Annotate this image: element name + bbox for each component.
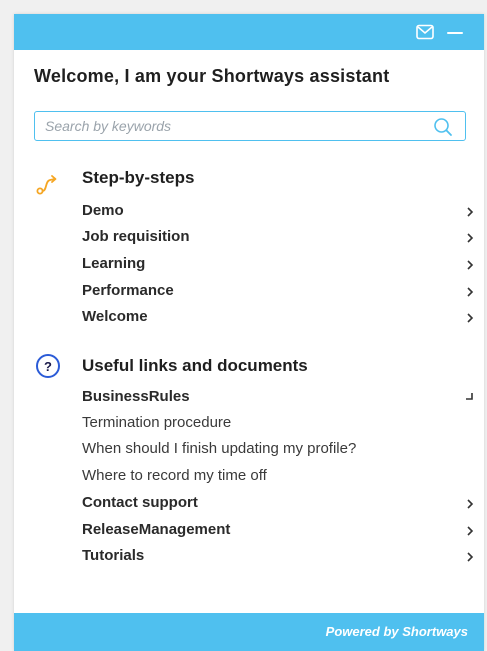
chevron-right-icon — [467, 313, 474, 323]
folder-item-businessrules[interactable]: BusinessRules — [82, 386, 474, 408]
step-item-label: Job requisition — [82, 228, 190, 245]
chevron-right-icon — [467, 233, 474, 243]
chevron-right-icon — [467, 552, 474, 562]
link-item-tutorials[interactable]: Tutorials — [82, 545, 474, 567]
link-item-label: ReleaseManagement — [82, 521, 231, 538]
step-item-label: Performance — [82, 282, 174, 299]
search-icon[interactable] — [433, 117, 453, 137]
question-circle-icon: ? — [36, 354, 60, 378]
welcome-title: Welcome, I am your Shortways assistant — [34, 66, 390, 86]
assistant-panel: Welcome, I am your Shortways assistant S… — [14, 14, 484, 651]
link-item-releasemanagement[interactable]: ReleaseManagement — [82, 519, 474, 541]
step-item-demo[interactable]: Demo — [82, 200, 474, 222]
section-title-step-by-steps: Step-by-steps — [82, 168, 195, 187]
step-item-performance[interactable]: Performance — [82, 280, 474, 302]
chevron-right-icon — [467, 287, 474, 297]
step-item-label: Welcome — [82, 308, 148, 325]
doc-item-label: Where to record my time off — [82, 467, 267, 484]
doc-item-termination-procedure[interactable]: Termination procedure — [82, 412, 474, 434]
step-item-label: Learning — [82, 255, 146, 272]
step-item-job-requisition[interactable]: Job requisition — [82, 226, 474, 248]
doc-item-label: Termination procedure — [82, 414, 232, 431]
chevron-right-icon — [467, 260, 474, 270]
step-item-welcome[interactable]: Welcome — [82, 306, 474, 328]
chevron-right-icon — [467, 499, 474, 509]
search-box[interactable] — [34, 111, 466, 141]
footer-bar: Powered by Shortways — [14, 613, 484, 651]
search-input[interactable] — [35, 112, 425, 140]
doc-item-finish-updating-profile[interactable]: When should I finish updating my profile… — [82, 438, 474, 460]
step-item-label: Demo — [82, 202, 124, 219]
chevron-right-icon — [467, 207, 474, 217]
link-item-contact-support[interactable]: Contact support — [82, 492, 474, 514]
doc-item-record-time-off[interactable]: Where to record my time off — [82, 465, 474, 487]
doc-item-label: When should I finish updating my profile… — [82, 440, 357, 457]
svg-text:?: ? — [44, 359, 52, 374]
header-bar — [14, 14, 484, 50]
collapse-icon[interactable] — [464, 390, 474, 402]
chevron-right-icon — [467, 526, 474, 536]
link-item-label: Contact support — [82, 494, 198, 511]
route-icon — [36, 175, 57, 195]
link-item-label: Tutorials — [82, 547, 145, 564]
minimize-icon[interactable] — [447, 32, 463, 34]
folder-label: BusinessRules — [82, 388, 190, 405]
step-item-learning[interactable]: Learning — [82, 253, 474, 275]
section-title-useful-links: Useful links and documents — [82, 356, 308, 375]
powered-by-link[interactable]: Powered by Shortways — [326, 624, 468, 639]
mail-icon[interactable] — [416, 24, 434, 40]
